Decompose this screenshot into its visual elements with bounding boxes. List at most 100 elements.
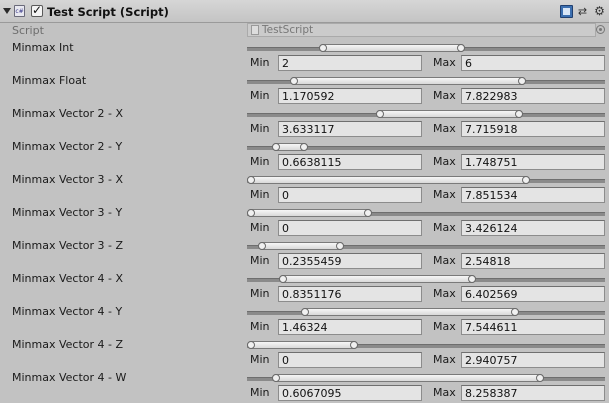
field-label: Minmax Vector 4 - X <box>12 272 124 285</box>
slider-min-thumb[interactable] <box>257 242 266 250</box>
slider-range-bar[interactable] <box>300 308 520 316</box>
min-input[interactable] <box>278 319 422 335</box>
slider-max-thumb[interactable] <box>335 242 344 250</box>
field-label: Minmax Vector 4 - W <box>12 371 127 384</box>
max-input[interactable] <box>461 385 605 401</box>
minmax-slider[interactable] <box>247 209 605 219</box>
min-label: Min <box>250 254 270 267</box>
min-label: Min <box>250 221 270 234</box>
min-input[interactable] <box>278 55 422 71</box>
max-label: Max <box>433 155 456 168</box>
min-input[interactable] <box>278 154 422 170</box>
max-label: Max <box>433 287 456 300</box>
max-label: Max <box>433 221 456 234</box>
help-icon[interactable] <box>560 5 573 18</box>
minmax-values-row: Min Max <box>247 187 605 203</box>
min-label: Min <box>250 188 270 201</box>
minmax-slider[interactable] <box>247 242 605 252</box>
max-input[interactable] <box>461 253 605 269</box>
min-input[interactable] <box>278 88 422 104</box>
slider-min-thumb[interactable] <box>247 176 255 184</box>
minmax-values-row: Min Max <box>247 55 605 71</box>
min-label: Min <box>250 89 270 102</box>
slider-max-thumb[interactable] <box>299 143 308 151</box>
field-label: Minmax Vector 4 - Y <box>12 305 123 318</box>
slider-min-thumb[interactable] <box>272 374 281 382</box>
minmax-slider[interactable] <box>247 374 605 384</box>
object-picker-icon[interactable] <box>596 25 605 34</box>
min-input[interactable] <box>278 286 422 302</box>
minmax-values-row: Min Max <box>247 286 605 302</box>
component-enabled-checkbox[interactable] <box>31 3 43 17</box>
max-input[interactable] <box>461 286 605 302</box>
min-input[interactable] <box>278 385 422 401</box>
max-input[interactable] <box>461 187 605 203</box>
slider-min-thumb[interactable] <box>247 341 255 349</box>
max-label: Max <box>433 386 456 399</box>
slider-range-bar[interactable] <box>318 44 466 52</box>
max-input[interactable] <box>461 55 605 71</box>
minmax-values-row: Min Max <box>247 352 605 368</box>
component-title: Test Script (Script) <box>47 5 169 19</box>
slider-range-bar[interactable] <box>279 275 477 283</box>
min-label: Min <box>250 155 270 168</box>
min-input[interactable] <box>278 187 422 203</box>
slider-range-bar[interactable] <box>272 374 545 382</box>
minmax-slider[interactable] <box>247 176 605 186</box>
min-input[interactable] <box>278 121 422 137</box>
component-header: c# Test Script (Script) ⇄ ⚙ <box>0 0 609 23</box>
max-label: Max <box>433 353 456 366</box>
slider-max-thumb[interactable] <box>349 341 358 349</box>
max-input[interactable] <box>461 154 605 170</box>
slider-min-thumb[interactable] <box>300 308 309 316</box>
max-input[interactable] <box>461 319 605 335</box>
minmax-values-row: Min Max <box>247 154 605 170</box>
preset-icon[interactable]: ⇄ <box>576 5 589 18</box>
minmax-values-row: Min Max <box>247 88 605 104</box>
slider-min-thumb[interactable] <box>375 110 384 118</box>
slider-max-thumb[interactable] <box>521 176 530 184</box>
slider-min-thumb[interactable] <box>318 44 327 52</box>
max-input[interactable] <box>461 220 605 236</box>
script-label: Script <box>12 24 44 37</box>
slider-range-bar[interactable] <box>257 242 344 250</box>
slider-range-bar[interactable] <box>247 341 358 349</box>
slider-range-bar[interactable] <box>247 209 373 217</box>
slider-range-bar[interactable] <box>375 110 523 118</box>
script-field[interactable]: TestScript <box>247 23 596 37</box>
script-field-value: TestScript <box>262 24 314 36</box>
slider-range-bar[interactable] <box>289 77 527 85</box>
field-label: Minmax Int <box>12 41 74 54</box>
max-input[interactable] <box>461 88 605 104</box>
minmax-slider[interactable] <box>247 110 605 120</box>
gear-icon[interactable]: ⚙ <box>593 5 606 18</box>
slider-min-thumb[interactable] <box>247 209 255 217</box>
foldout-arrow-icon[interactable] <box>3 8 11 14</box>
minmax-slider[interactable] <box>247 44 605 54</box>
min-input[interactable] <box>278 220 422 236</box>
field-label: Minmax Vector 2 - X <box>12 107 124 120</box>
min-input[interactable] <box>278 253 422 269</box>
min-label: Min <box>250 56 270 69</box>
field-label: Minmax Float <box>12 74 87 87</box>
field-label: Minmax Vector 4 - Z <box>12 338 124 351</box>
minmax-slider[interactable] <box>247 341 605 351</box>
minmax-slider[interactable] <box>247 275 605 285</box>
slider-min-thumb[interactable] <box>289 77 298 85</box>
max-label: Max <box>433 122 456 135</box>
max-label: Max <box>433 56 456 69</box>
field-label: Minmax Vector 2 - Y <box>12 140 123 153</box>
slider-max-thumb[interactable] <box>514 110 523 118</box>
minmax-slider[interactable] <box>247 77 605 87</box>
minmax-slider[interactable] <box>247 308 605 318</box>
max-input[interactable] <box>461 352 605 368</box>
minmax-values-row: Min Max <box>247 121 605 137</box>
minmax-slider[interactable] <box>247 143 605 153</box>
max-input[interactable] <box>461 121 605 137</box>
min-input[interactable] <box>278 352 422 368</box>
slider-min-thumb[interactable] <box>272 143 281 151</box>
slider-range-bar[interactable] <box>247 176 530 184</box>
field-label: Minmax Vector 3 - Z <box>12 239 124 252</box>
minmax-values-row: Min Max <box>247 319 605 335</box>
min-label: Min <box>250 320 270 333</box>
